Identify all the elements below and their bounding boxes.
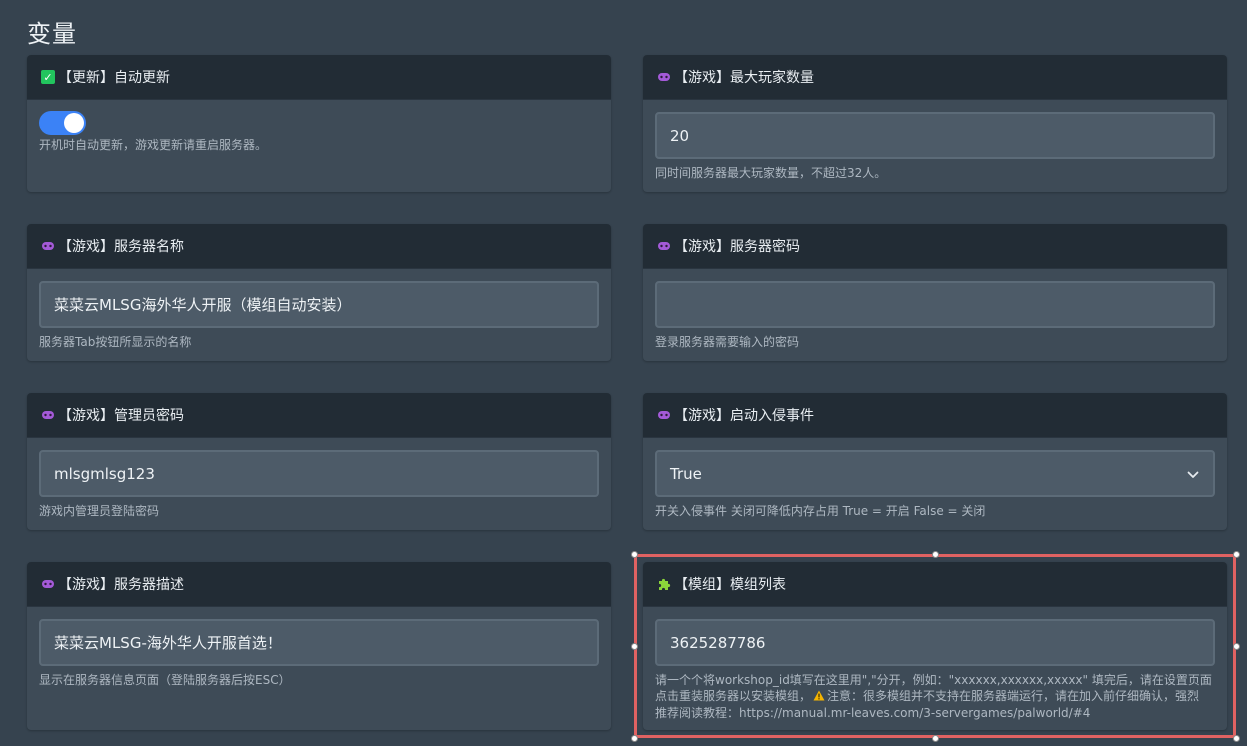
server-name-card: 【游戏】服务器名称 菜菜云MLSG海外华人开服（模组自动安装） 服务器Tab按钮…: [27, 224, 611, 361]
invasion-events-header: 【游戏】启动入侵事件: [643, 393, 1227, 438]
invasion-events-card: 【游戏】启动入侵事件 True 开关入侵事件 关闭可降低内存占用 True = …: [643, 393, 1227, 530]
gamepad-icon: [40, 238, 56, 254]
mod-list-help-line2: 点击重装服务器以安装模组， 注意：很多模组并不支持在服务器端运行，请在加入前仔细确…: [655, 688, 1215, 705]
warning-icon: [813, 689, 825, 705]
max-players-input[interactable]: 20: [655, 112, 1215, 159]
mod-list-value: 3625287786: [670, 633, 766, 652]
toggle-knob: [64, 113, 84, 133]
resize-handle-left[interactable]: [631, 643, 638, 650]
resize-handle-bottom-left[interactable]: [631, 735, 638, 742]
invasion-events-select[interactable]: True: [655, 450, 1215, 497]
mod-list-help-line1: 请一个个将workshop_id填写在这里用","分开，例如："xxxxxx,x…: [655, 673, 1212, 687]
server-description-title: 【游戏】服务器描述: [58, 577, 184, 593]
admin-password-help: 游戏内管理员登陆密码: [39, 504, 160, 518]
mod-list-title: 【模组】模组列表: [674, 577, 786, 593]
max-players-card: 【游戏】最大玩家数量 20 同时间服务器最大玩家数量，不超过32人。: [643, 55, 1227, 192]
auto-update-card: ✓ 【更新】自动更新 开机时自动更新，游戏更新请重启服务器。: [27, 55, 611, 192]
mod-list-help-line2a: 点击重装服务器以安装模组，: [655, 689, 812, 703]
resize-handle-bottom[interactable]: [932, 735, 939, 742]
server-description-header: 【游戏】服务器描述: [27, 562, 611, 607]
resize-handle-top-left[interactable]: [631, 551, 638, 558]
gamepad-icon: [656, 238, 672, 254]
gamepad-icon: [40, 407, 56, 423]
server-description-card: 【游戏】服务器描述 菜菜云MLSG-海外华人开服首选！ 显示在服务器信息页面（登…: [27, 562, 611, 730]
puzzle-icon: [656, 576, 672, 592]
max-players-value: 20: [670, 126, 690, 145]
max-players-title: 【游戏】最大玩家数量: [674, 70, 814, 86]
server-description-input[interactable]: 菜菜云MLSG-海外华人开服首选！: [39, 619, 599, 666]
server-password-input[interactable]: [655, 281, 1215, 328]
max-players-help: 同时间服务器最大玩家数量，不超过32人。: [655, 166, 887, 180]
checkbox-icon: ✓: [40, 69, 56, 85]
server-name-title: 【游戏】服务器名称: [58, 239, 184, 255]
admin-password-header: 【游戏】管理员密码: [27, 393, 611, 438]
server-password-help: 登录服务器需要输入的密码: [655, 335, 800, 349]
mod-list-card: 【模组】模组列表 3625287786 请一个个将workshop_id填写在这…: [643, 562, 1227, 730]
mod-list-help-line2b: 注意：很多模组并不支持在服务器端运行，请在加入前仔细确认，强烈: [827, 689, 1200, 703]
server-password-header: 【游戏】服务器密码: [643, 224, 1227, 269]
max-players-header: 【游戏】最大玩家数量: [643, 55, 1227, 100]
resize-handle-top[interactable]: [932, 551, 939, 558]
resize-handle-right[interactable]: [1233, 643, 1240, 650]
server-name-value: 菜菜云MLSG海外华人开服（模组自动安装）: [54, 296, 352, 314]
admin-password-value: mlsgmlsg123: [54, 464, 155, 483]
mod-list-help-line3: 推荐阅读教程：https://manual.mr-leaves.com/3-se…: [655, 706, 1091, 720]
auto-update-help: 开机时自动更新，游戏更新请重启服务器。: [39, 138, 268, 152]
resize-handle-top-right[interactable]: [1233, 551, 1240, 558]
admin-password-title: 【游戏】管理员密码: [58, 408, 184, 424]
server-name-help: 服务器Tab按钮所显示的名称: [39, 335, 192, 349]
invasion-events-value: True: [670, 464, 702, 483]
invasion-events-title: 【游戏】启动入侵事件: [674, 408, 814, 424]
mod-list-input[interactable]: 3625287786: [655, 619, 1215, 666]
admin-password-card: 【游戏】管理员密码 mlsgmlsg123 游戏内管理员登陆密码: [27, 393, 611, 530]
server-name-header: 【游戏】服务器名称: [27, 224, 611, 269]
mod-list-help: 请一个个将workshop_id填写在这里用","分开，例如："xxxxxx,x…: [655, 672, 1215, 721]
server-description-value: 菜菜云MLSG-海外华人开服首选！: [54, 634, 282, 652]
gamepad-icon: [40, 576, 56, 592]
page-title: 变量: [27, 20, 77, 48]
auto-update-title: 【更新】自动更新: [58, 70, 170, 86]
server-description-help: 显示在服务器信息页面（登陆服务器后按ESC）: [39, 673, 291, 687]
admin-password-input[interactable]: mlsgmlsg123: [39, 450, 599, 497]
resize-handle-bottom-right[interactable]: [1233, 735, 1240, 742]
auto-update-header: ✓ 【更新】自动更新: [27, 55, 611, 100]
invasion-events-help: 开关入侵事件 关闭可降低内存占用 True = 开启 False = 关闭: [655, 504, 986, 518]
server-password-title: 【游戏】服务器密码: [674, 239, 800, 255]
server-password-card: 【游戏】服务器密码 登录服务器需要输入的密码: [643, 224, 1227, 361]
mod-list-header: 【模组】模组列表: [643, 562, 1227, 607]
server-name-input[interactable]: 菜菜云MLSG海外华人开服（模组自动安装）: [39, 281, 599, 328]
gamepad-icon: [656, 69, 672, 85]
chevron-down-icon: [1187, 465, 1199, 483]
auto-update-toggle[interactable]: [39, 111, 86, 135]
gamepad-icon: [656, 407, 672, 423]
